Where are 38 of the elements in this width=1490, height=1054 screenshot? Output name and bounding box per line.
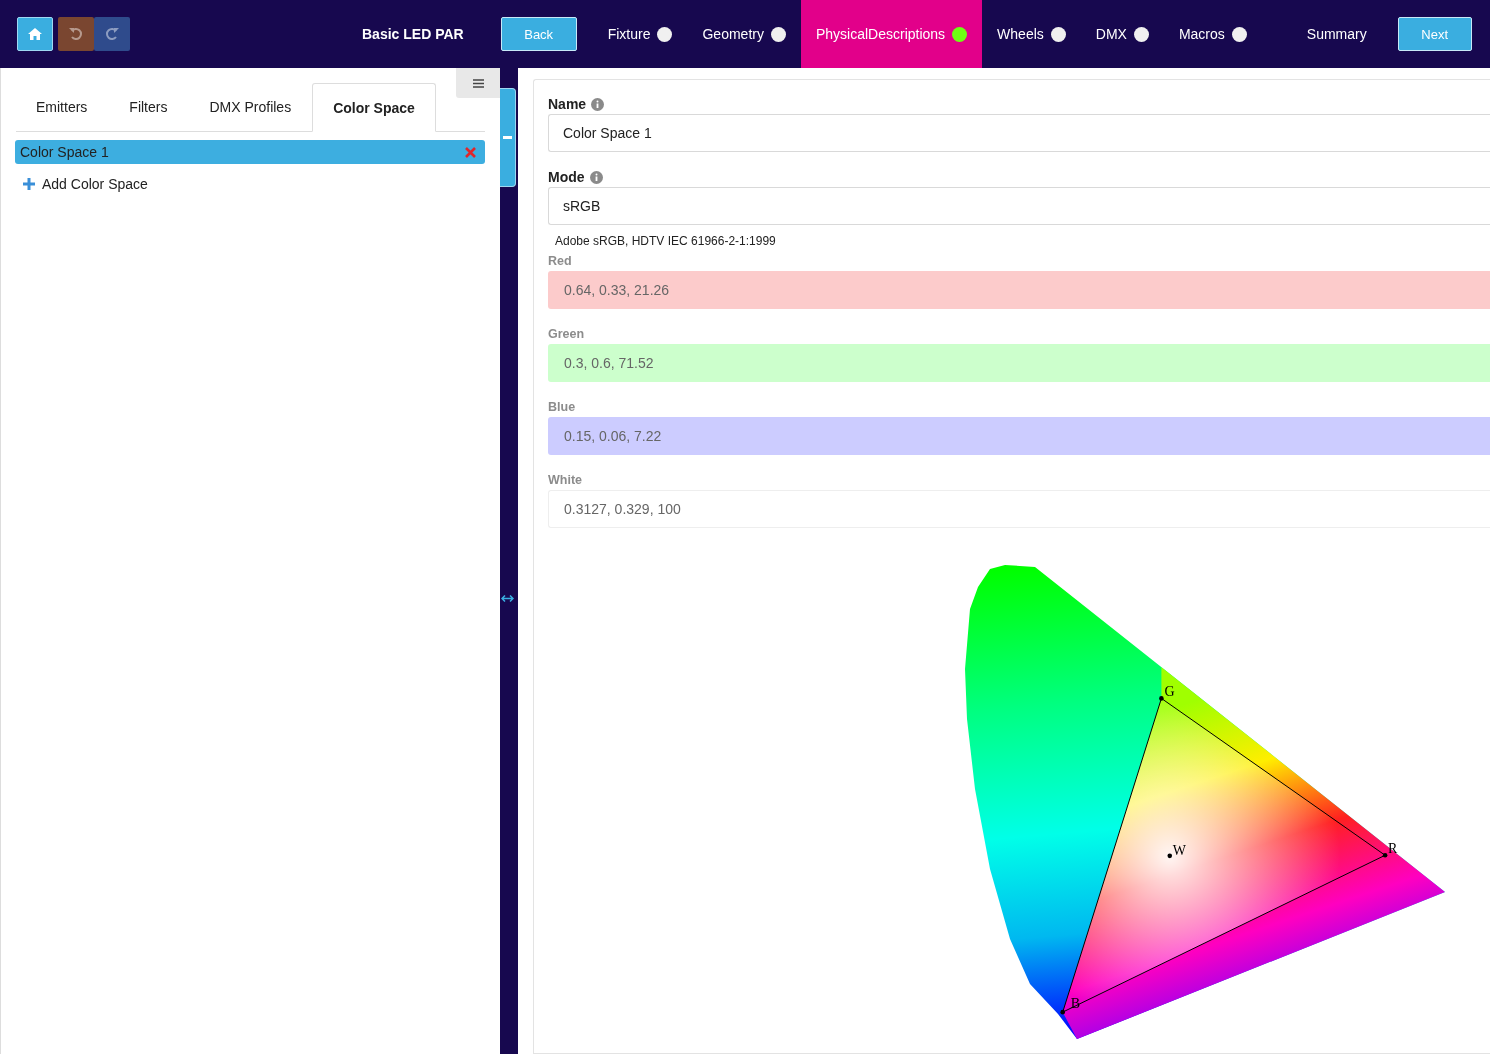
- tab[interactable]: DMX Profiles: [188, 83, 313, 131]
- step-tab[interactable]: Wheels: [982, 0, 1081, 68]
- mode-select[interactable]: sRGB: [548, 187, 1490, 225]
- tab[interactable]: Color Space: [312, 83, 436, 132]
- collapse-handle[interactable]: [500, 88, 516, 187]
- home-icon: [28, 28, 42, 40]
- home-button[interactable]: [17, 17, 53, 51]
- step-tab[interactable]: Geometry: [687, 0, 801, 68]
- field-label: Name: [548, 96, 587, 112]
- fixture-title: Basic LED PAR: [362, 26, 464, 42]
- field-label: Green: [548, 326, 586, 343]
- info-icon[interactable]: [589, 170, 603, 184]
- step-tab[interactable]: DMX: [1080, 0, 1164, 68]
- undo-icon: [69, 27, 83, 41]
- point-label: G: [1164, 684, 1175, 700]
- field-label: White: [548, 472, 584, 489]
- list-item[interactable]: Color Space 1: [15, 140, 485, 164]
- add-link[interactable]: Add Color Space: [23, 176, 500, 192]
- step-tab[interactable]: PhysicalDescriptions: [800, 0, 983, 68]
- menu-icon: [472, 78, 484, 88]
- info-icon[interactable]: [591, 97, 605, 111]
- delete-icon[interactable]: [465, 146, 476, 158]
- step-tab[interactable]: Fixture: [592, 0, 688, 68]
- menu-button[interactable]: [456, 68, 500, 98]
- tab[interactable]: Filters: [108, 83, 189, 131]
- point-label: W: [1172, 842, 1186, 858]
- step-tab[interactable]: Summary: [1291, 0, 1382, 68]
- name-input[interactable]: Color Space 1: [548, 114, 1490, 152]
- plus-icon: [23, 178, 35, 190]
- mode-description: Adobe sRGB, HDTV IEC 61966-2-1:1999: [554, 234, 777, 250]
- field-label: Mode: [548, 169, 585, 185]
- redo-icon: [105, 27, 119, 41]
- tab[interactable]: Emitters: [16, 83, 109, 131]
- minus-icon: [503, 136, 512, 139]
- field-label: Blue: [548, 399, 577, 416]
- resize-icon[interactable]: [501, 595, 514, 602]
- step-tab[interactable]: Macros: [1163, 0, 1262, 68]
- field-label: Red: [548, 253, 573, 270]
